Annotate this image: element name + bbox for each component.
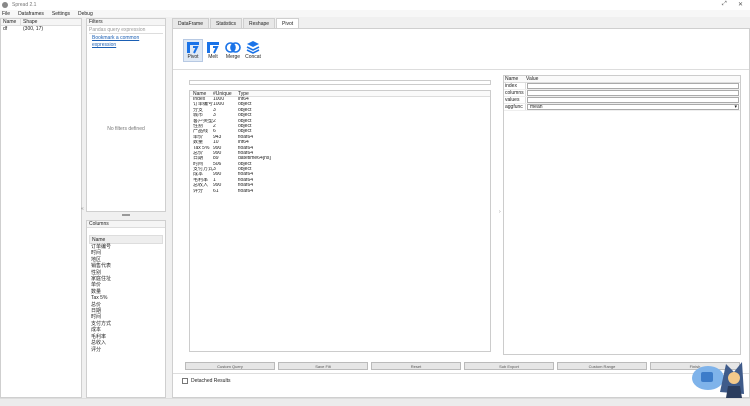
filter-query-input[interactable]: Pandas query expression xyxy=(89,27,163,34)
main-tabs: DataFrame Statistics Reshape Pivot xyxy=(172,18,300,29)
reshape-toolbar: Pivot Melt Merge Concat xyxy=(183,39,263,62)
param-value-input[interactable] xyxy=(527,97,739,103)
columns-list-header[interactable]: Name xyxy=(89,235,163,244)
reset-button[interactable]: Reset xyxy=(371,362,461,370)
concat-tool-label: Concat xyxy=(245,54,261,60)
columns-panel: Columns Name 订单编号 时间 地区 销售代表 性别 家庭住址 单价 数量 Tax 5… xyxy=(86,220,166,398)
col-header-unique[interactable]: #Unique xyxy=(213,91,238,97)
window-title: Spread 2.1 xyxy=(12,2,37,8)
col-header-shape[interactable]: Shape xyxy=(21,19,37,25)
detached-checkbox[interactable] xyxy=(182,378,188,384)
param-row-values: values xyxy=(504,97,740,104)
melt-tool-label: Melt xyxy=(208,54,218,60)
melt-tool[interactable]: Melt xyxy=(203,39,223,62)
tab-reshape[interactable]: Reshape xyxy=(243,18,276,28)
cell-unique: 61 xyxy=(213,188,219,194)
param-value-input[interactable]: mean ▾ xyxy=(527,104,739,110)
title-bar: Spread 2.1 ⤢ ✕ xyxy=(0,0,750,10)
toolbar-divider xyxy=(173,69,749,70)
columns-list: 订单编号 时间 地区 销售代表 性别 家庭住址 单价 数量 Tax 5% 总价 日期 时间 支付方式 成本… xyxy=(89,244,163,353)
concat-tool[interactable]: Concat xyxy=(243,39,263,62)
menu-settings[interactable]: Settings xyxy=(52,11,70,17)
menu-dataframes[interactable]: Dataframes xyxy=(18,11,44,17)
column-table-body: Index 1000 int64 订单编号 1000 object 分支 3 object 城市 3… xyxy=(190,97,490,194)
param-name: values xyxy=(504,97,526,103)
aggfunc-value: mean xyxy=(530,104,543,110)
dataframe-list-header: Name Shape xyxy=(1,19,81,26)
pivot-icon xyxy=(187,42,199,54)
dataframe-shape: (300, 17) xyxy=(23,26,44,32)
save-filter-button[interactable]: Save Filt xyxy=(278,362,368,370)
dataframe-name: df xyxy=(3,26,8,32)
pivot-tab-content: Pivot Melt Merge Concat Name #Unique Typ… xyxy=(172,28,750,398)
merge-tool-label: Merge xyxy=(225,54,241,60)
pivot-params-table: Name Value index columns values aggfunc mean… xyxy=(503,75,741,355)
menu-file[interactable]: File xyxy=(2,11,10,17)
mascot-icon xyxy=(692,362,744,398)
col-header-type[interactable]: Type xyxy=(238,91,249,97)
detached-option: Detached Results xyxy=(182,378,230,384)
pivot-tool[interactable]: Pivot xyxy=(183,39,203,62)
concat-icon xyxy=(246,41,260,54)
splitter-handle[interactable] xyxy=(122,214,130,216)
cell-name: 评分 xyxy=(193,188,204,194)
param-value-input[interactable] xyxy=(527,90,739,96)
splitter-arrow-left[interactable]: « xyxy=(81,206,84,212)
dataframe-list: Name Shape df (300, 17) xyxy=(0,18,82,398)
columns-title: Columns xyxy=(87,221,165,228)
export-button[interactable]: Sub Export xyxy=(464,362,554,370)
merge-tool[interactable]: Merge xyxy=(223,39,243,62)
custom-query-button[interactable]: Custom Query xyxy=(185,362,275,370)
close-button[interactable]: ✕ xyxy=(738,1,743,8)
column-table: Name #Unique Type Index 1000 int64 订单编号 1000… xyxy=(189,90,491,352)
action-button-bar: Custom Query Save Filt Reset Sub Export … xyxy=(185,362,740,370)
params-header-name[interactable]: Name xyxy=(504,76,526,82)
mascot-widget[interactable] xyxy=(690,356,748,400)
col-header-name[interactable]: Name xyxy=(1,19,21,25)
param-name: columns xyxy=(504,90,526,96)
col-header-name[interactable]: Name xyxy=(190,91,213,97)
param-row-index: index xyxy=(504,83,740,90)
column-search-input[interactable] xyxy=(189,80,491,85)
bookmark-link[interactable]: Bookmark a common expression xyxy=(92,35,160,49)
params-header: Name Value xyxy=(504,76,740,83)
no-filters-message: No filters defined xyxy=(107,126,145,132)
params-body: index columns values aggfunc mean ▾ xyxy=(504,83,740,111)
splitter-arrow[interactable]: › xyxy=(499,209,501,215)
chevron-down-icon[interactable]: ▾ xyxy=(734,105,737,110)
pivot-tool-label: Pivot xyxy=(187,54,199,60)
custom-range-button[interactable]: Custom Range xyxy=(557,362,647,370)
dataframe-row[interactable]: df (300, 17) xyxy=(1,26,81,33)
merge-icon xyxy=(225,42,241,53)
menu-bar: File Dataframes Settings Debug xyxy=(0,10,750,17)
param-name: index xyxy=(504,83,526,89)
column-table-row[interactable]: 评分 61 float64 xyxy=(190,189,490,194)
filters-title: Filters xyxy=(87,19,165,26)
params-header-value[interactable]: Value xyxy=(526,76,538,82)
melt-icon xyxy=(207,42,219,54)
app-icon xyxy=(2,2,8,8)
status-bar xyxy=(0,398,750,406)
column-list-item[interactable]: 评分 xyxy=(89,347,163,353)
detached-label: Detached Results xyxy=(191,378,231,384)
param-row-aggfunc: aggfunc mean ▾ xyxy=(504,104,740,111)
filters-panel: Filters Pandas query expression Bookmark… xyxy=(86,18,166,212)
cell-type: float64 xyxy=(238,188,254,194)
restore-button[interactable]: ⤢ xyxy=(722,1,727,8)
tab-dataframe[interactable]: DataFrame xyxy=(172,18,210,28)
bottom-divider xyxy=(173,373,749,374)
param-row-columns: columns xyxy=(504,90,740,97)
tab-statistics[interactable]: Statistics xyxy=(210,18,243,28)
menu-debug[interactable]: Debug xyxy=(78,11,93,17)
param-name: aggfunc xyxy=(504,104,526,110)
param-value-input[interactable] xyxy=(527,83,739,89)
